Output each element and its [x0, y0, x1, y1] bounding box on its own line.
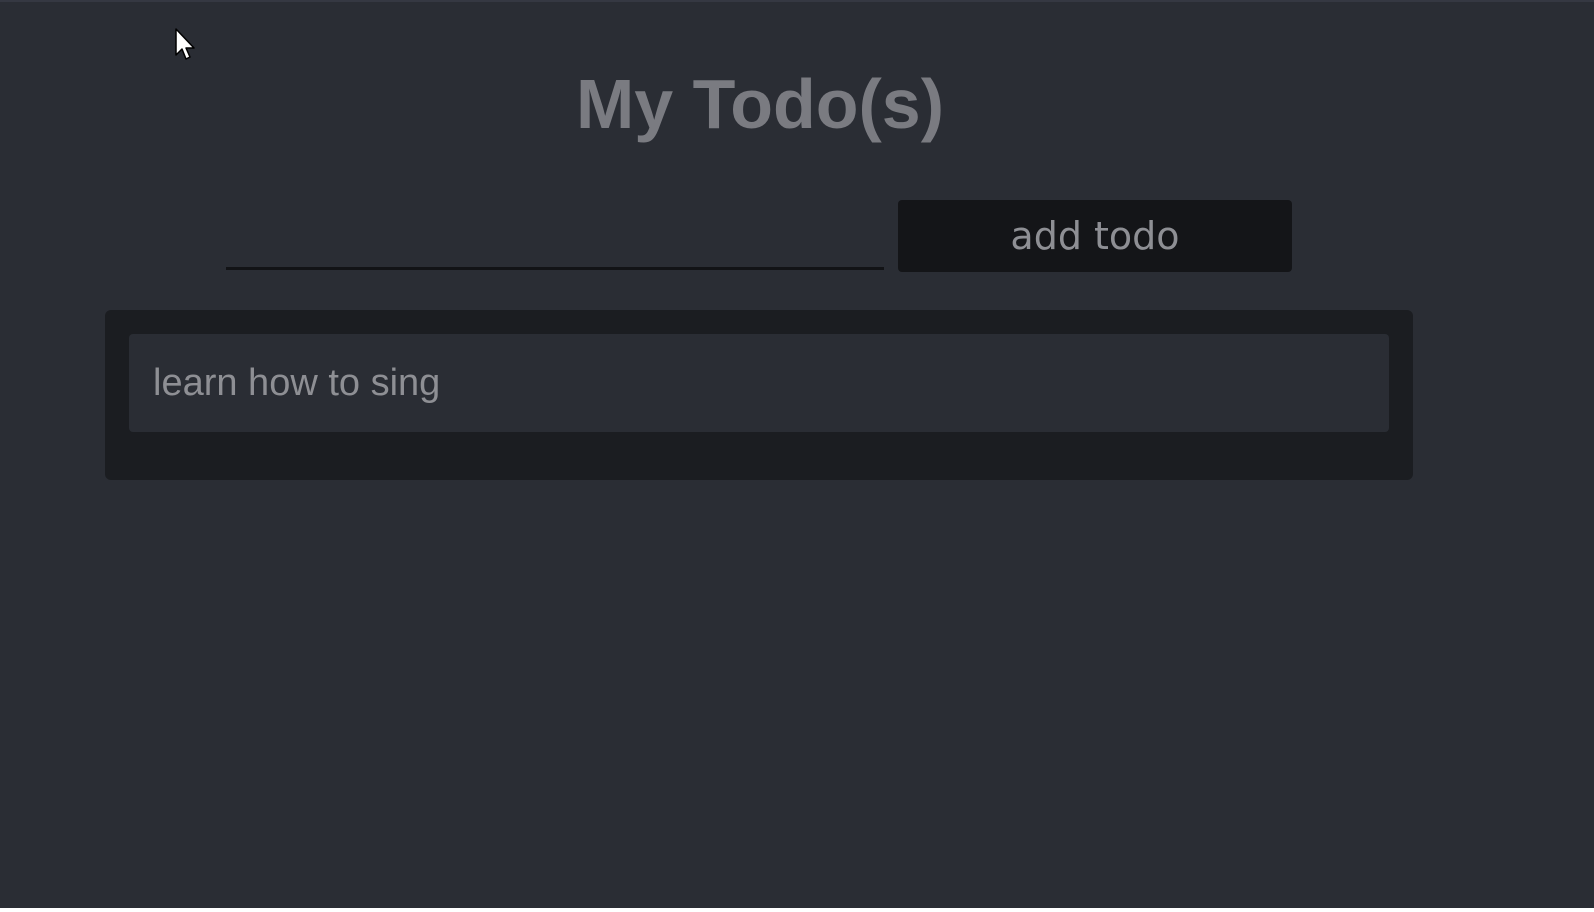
todo-input[interactable] — [226, 200, 884, 270]
todo-list: learn how to sing — [105, 310, 1413, 480]
add-todo-button[interactable]: add todo — [898, 200, 1292, 272]
app-window: My Todo(s) add todo learn how to sing — [0, 0, 1594, 908]
todo-item[interactable]: learn how to sing — [129, 334, 1389, 432]
page-title: My Todo(s) — [575, 65, 945, 143]
mouse-pointer-icon — [175, 28, 195, 60]
